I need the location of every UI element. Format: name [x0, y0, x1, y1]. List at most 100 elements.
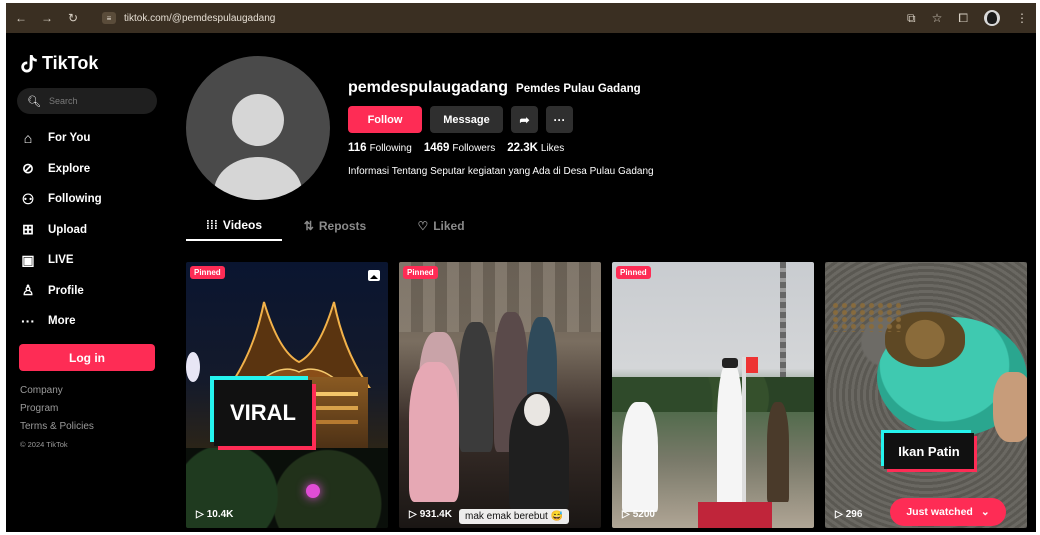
followers-label: Followers [452, 143, 496, 154]
carpet-illustration [698, 502, 772, 528]
tiktok-logo[interactable]: TikTok [20, 53, 98, 74]
overlay-text: Ikan Patin [884, 433, 974, 469]
sidebar-footer: Company Program Terms & Policies © 2024 … [20, 382, 94, 454]
sidebar-item-explore[interactable]: ⊘ Explore [20, 154, 102, 185]
avatar-head [232, 94, 284, 146]
play-icon: ▷ [196, 509, 204, 520]
sidebar-item-label: LIVE [48, 254, 74, 267]
followers-stat[interactable]: 1469 Followers [424, 142, 495, 154]
search-placeholder: Search [48, 96, 78, 106]
tab-label: Reposts [318, 219, 367, 233]
hand-illustration [993, 372, 1027, 442]
bookmark-star-icon[interactable]: ☆ [932, 11, 943, 25]
upload-icon: ⊞ [22, 221, 34, 238]
more-icon: ··· [21, 313, 35, 330]
sidebar-item-profile[interactable]: ♙ Profile [20, 276, 102, 307]
following-icon: ⚇ [21, 190, 35, 207]
share-icon: ➦ [519, 112, 530, 127]
pinned-badge: Pinned [190, 266, 225, 279]
address-bar[interactable]: ≡ tiktok.com/@pemdespulaugadang [94, 7, 283, 29]
sidebar: TikTok 🔍︎ Search ⌂ For You ⊘ Explore ⚇ F… [6, 33, 166, 532]
follow-button[interactable]: Follow [348, 106, 422, 133]
tiktok-note-icon [21, 54, 37, 73]
compass-icon: ⊘ [22, 160, 34, 177]
tab-liked[interactable]: ♡ Liked [388, 211, 494, 241]
tiktok-app: TikTok 🔍︎ Search ⌂ For You ⊘ Explore ⚇ F… [6, 33, 1036, 532]
sidebar-item-label: For You [48, 132, 91, 145]
sidebar-item-live[interactable]: ▣ LIVE [20, 245, 102, 276]
sidebar-item-label: Upload [48, 223, 87, 236]
tab-videos[interactable]: ⁞⁞⁞ Videos [186, 211, 282, 241]
person-illustration [622, 402, 658, 512]
followers-count: 1469 [423, 142, 450, 154]
logo-text: TikTok [42, 53, 99, 73]
profile-icon: ♙ [21, 282, 35, 299]
following-count: 116 [348, 142, 367, 154]
sidebar-item-more[interactable]: ··· More [20, 306, 102, 337]
video-card[interactable]: Pinned ▷ 5200 [612, 262, 814, 528]
sidebar-item-label: Profile [48, 284, 84, 297]
browser-menu-icon[interactable]: ⋮ [1016, 11, 1028, 25]
following-label: Following [369, 143, 412, 154]
site-info-icon[interactable]: ≡ [102, 12, 116, 24]
view-count-text: 5200 [632, 509, 655, 520]
more-options-button[interactable]: ··· [546, 106, 573, 133]
video-card[interactable]: Pinned mak emak berebut 😅 ▷ 931.4K [399, 262, 601, 528]
pinned-badge: Pinned [403, 266, 438, 279]
profile-username: pemdespulaugadang [348, 79, 509, 96]
cap-illustration [722, 358, 738, 368]
message-button[interactable]: Message [430, 106, 503, 133]
home-icon: ⌂ [23, 130, 33, 147]
liked-icon: ♡ [417, 219, 429, 233]
photo-icon [368, 270, 380, 281]
video-grid: Pinned VIRAL ▷ 10.4K Pinned mak emak ber… [186, 262, 1027, 528]
person-illustration [717, 362, 743, 512]
sidebar-item-for-you[interactable]: ⌂ For You [20, 123, 102, 154]
sidebar-item-label: Explore [48, 162, 91, 175]
just-watched-label: Just watched [906, 506, 973, 518]
view-count: ▷ 5200 [622, 509, 655, 520]
likes-stat: 22.3K Likes [507, 142, 564, 154]
search-input[interactable]: 🔍︎ Search [17, 88, 157, 114]
profile-stats: 116 Following 1469 Followers 22.3K Likes [348, 142, 564, 154]
likes-count: 22.3K [507, 142, 538, 154]
profile-bio: Informasi Tentang Seputar kegiatan yang … [348, 166, 654, 177]
back-icon[interactable]: ← [14, 11, 28, 25]
extensions-icon[interactable]: ⧠ [958, 11, 968, 26]
play-icon: ▷ [409, 509, 417, 520]
reload-icon[interactable]: ↻ [66, 11, 80, 25]
browser-profile-avatar[interactable] [984, 10, 1000, 26]
avatar-body [214, 157, 302, 200]
sidebar-item-following[interactable]: ⚇ Following [20, 184, 102, 215]
just-watched-button[interactable]: Just watched ⌄ [890, 498, 1006, 526]
sidebar-item-label: Following [48, 193, 102, 206]
footer-link-program[interactable]: Program [20, 400, 94, 418]
login-button[interactable]: Log in [19, 344, 155, 371]
video-card[interactable]: Ikan Patin ▷ 296 Just watched ⌄ [825, 262, 1027, 528]
view-count: ▷ 931.4K [409, 509, 452, 520]
view-count: ▷ 296 [835, 509, 862, 520]
grid-icon: ⁞⁞⁞ [205, 218, 218, 232]
profile-nickname: Pemdes Pulau Gadang [516, 83, 641, 95]
sidebar-menu: ⌂ For You ⊘ Explore ⚇ Following ⊞ Upload… [20, 123, 102, 337]
profile-tabs: ⁞⁞⁞ Videos ⇅ Reposts ♡ Liked [186, 211, 494, 241]
forward-icon[interactable]: → [40, 11, 54, 25]
profile-name: pemdespulaugadang Pemdes Pulau Gadang [348, 79, 641, 97]
view-count: ▷ 10.4K [196, 509, 233, 520]
share-button[interactable]: ➦ [511, 106, 538, 133]
footer-link-company[interactable]: Company [20, 382, 94, 400]
cast-icon[interactable]: ⧉ [907, 11, 916, 26]
likes-label: Likes [540, 143, 565, 154]
ikan-patin-overlay: Ikan Patin [881, 430, 977, 472]
view-count-text: 296 [845, 509, 863, 520]
profile-avatar [186, 56, 330, 200]
person-illustration [767, 402, 789, 502]
sidebar-item-upload[interactable]: ⊞ Upload [20, 215, 102, 246]
video-card[interactable]: Pinned VIRAL ▷ 10.4K [186, 262, 388, 528]
tab-reposts[interactable]: ⇅ Reposts [282, 211, 388, 241]
footer-link-terms[interactable]: Terms & Policies [20, 418, 94, 436]
following-stat[interactable]: 116 Following [348, 142, 412, 154]
sidebar-item-label: More [48, 315, 76, 328]
play-icon: ▷ [835, 509, 843, 520]
viral-overlay: VIRAL [210, 376, 316, 450]
